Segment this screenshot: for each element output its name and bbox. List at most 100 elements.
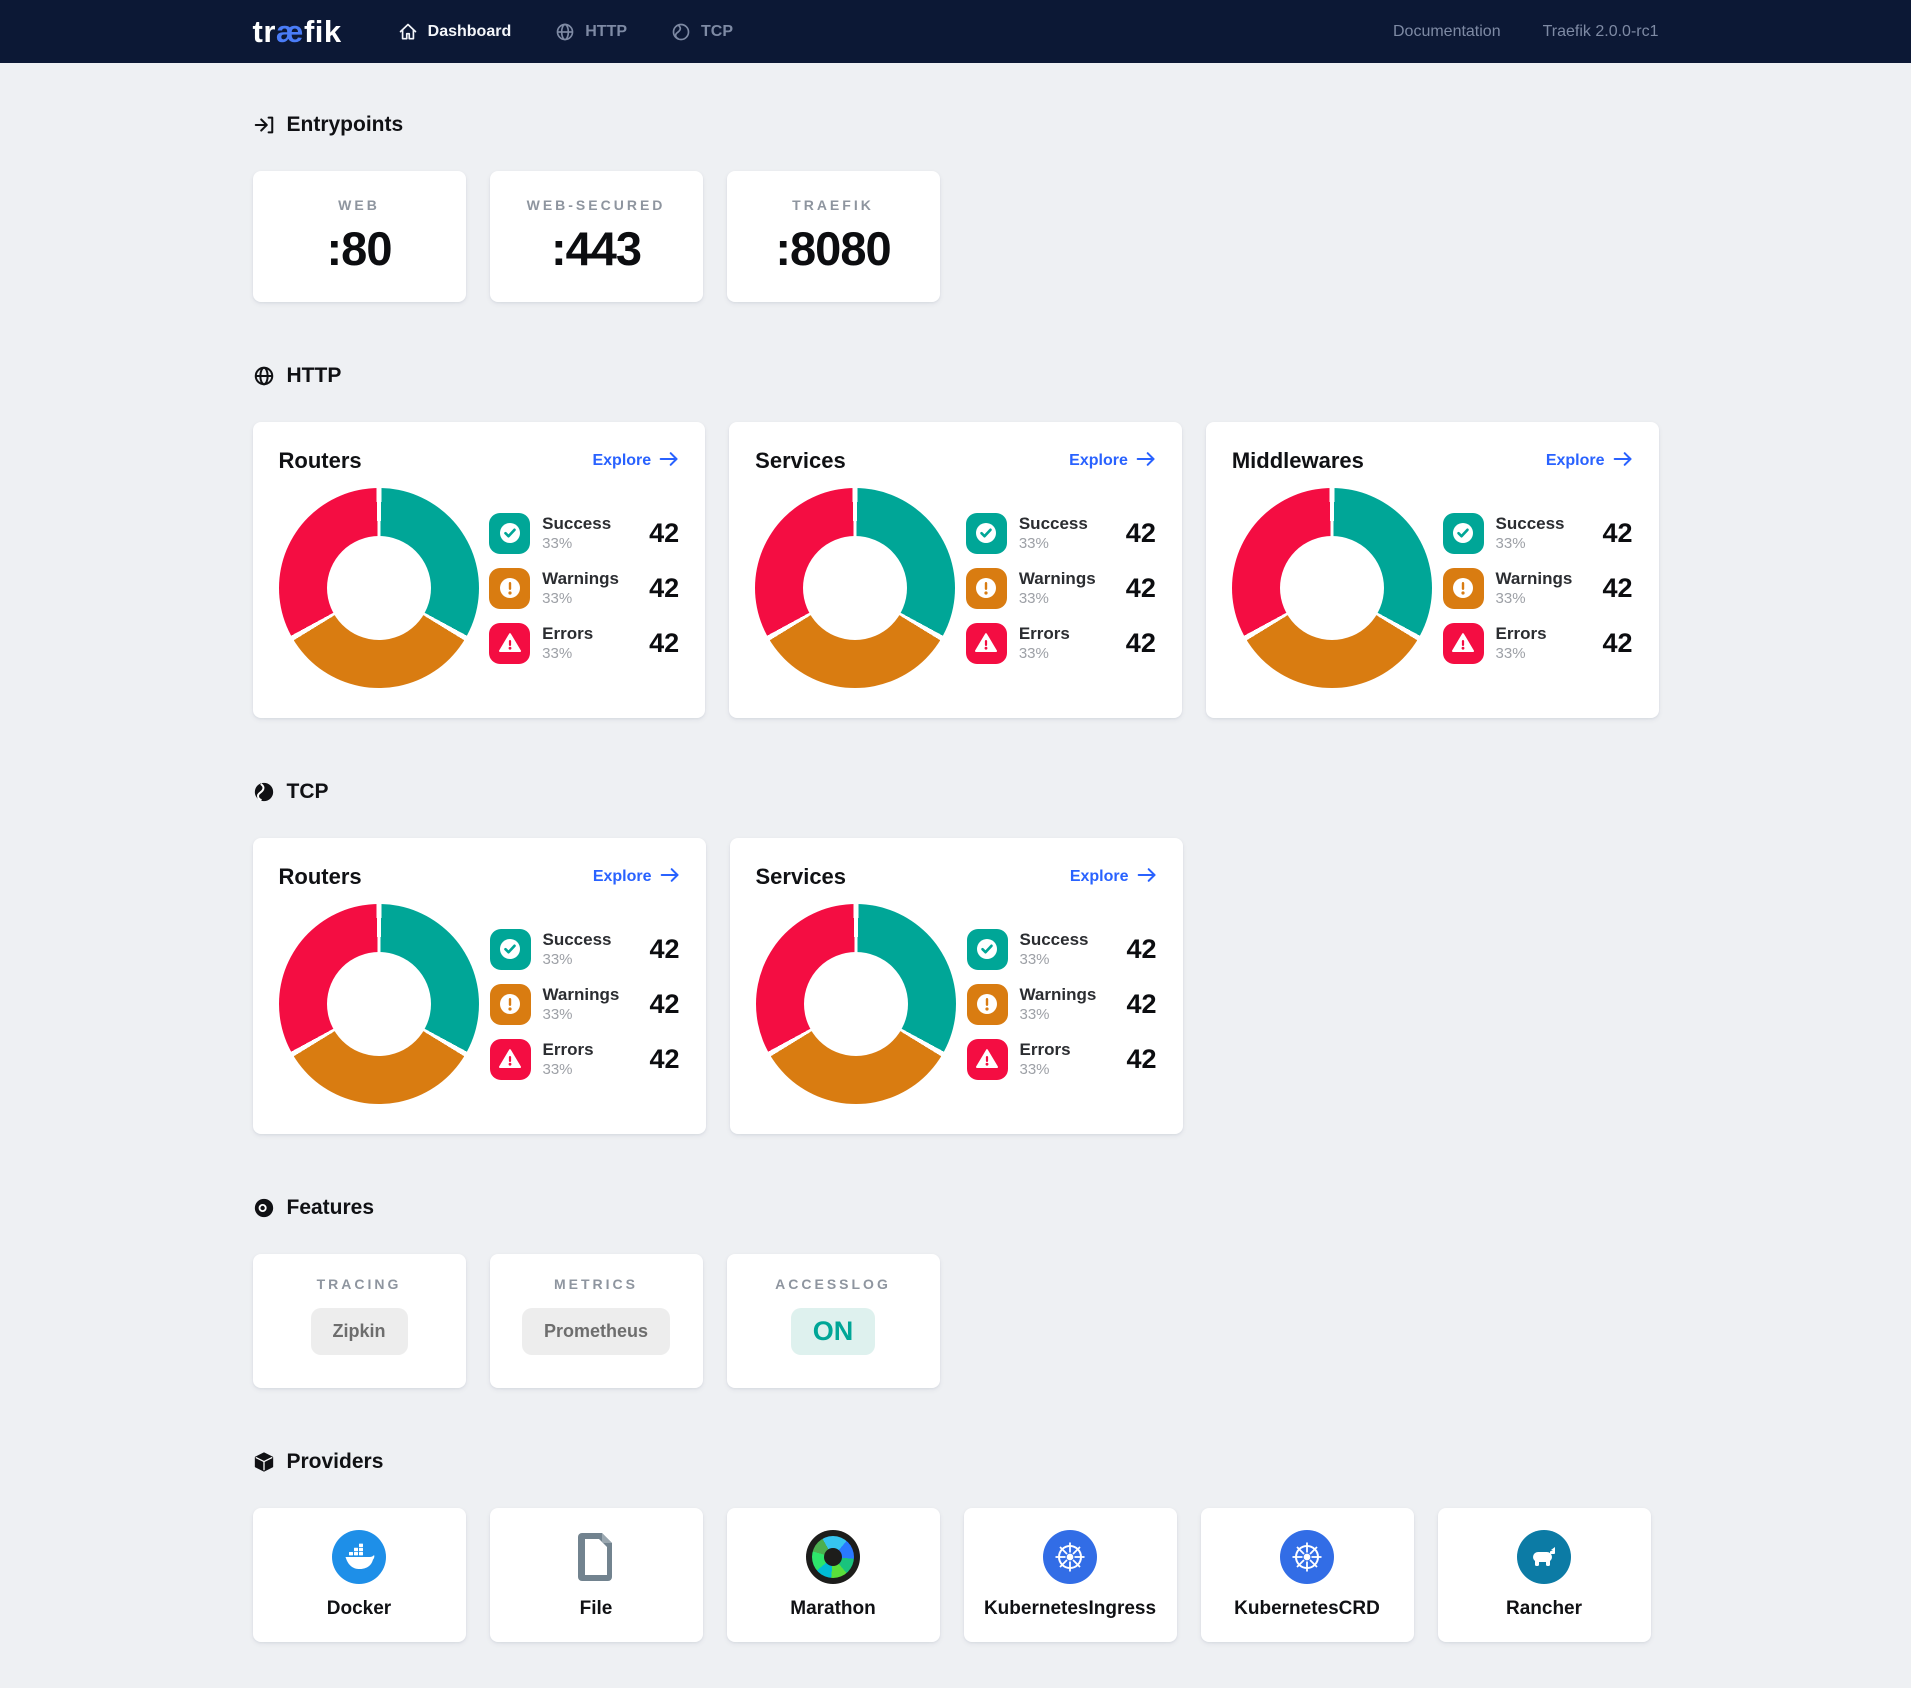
globe-icon <box>253 365 275 387</box>
success-check-icon <box>1443 513 1484 554</box>
explore-link[interactable]: Explore <box>592 451 679 472</box>
stat-errors: Errors33% 42 <box>490 1039 680 1080</box>
card-title: Services <box>756 864 847 890</box>
nav-tab-tcp[interactable]: TCP <box>671 22 733 42</box>
provider-name: KubernetesCRD <box>1234 1598 1380 1620</box>
section-title: Providers <box>287 1450 384 1474</box>
kubernetes-icon <box>1280 1530 1334 1584</box>
feature-on-pill: ON <box>791 1308 876 1355</box>
feature-card-metrics: METRICS Prometheus <box>490 1254 703 1388</box>
entrypoint-card-web: WEB :80 <box>253 171 466 302</box>
stat-warnings: Warnings33% 42 <box>1443 568 1633 609</box>
arrow-right-icon <box>1137 867 1157 888</box>
stat-warnings: Warnings33% 42 <box>490 984 680 1025</box>
feature-label: TRACING <box>263 1276 456 1292</box>
error-triangle-icon <box>967 1039 1008 1080</box>
nav-tab-http[interactable]: HTTP <box>555 22 627 42</box>
stat-count: 42 <box>649 934 679 965</box>
warning-icon <box>1443 568 1484 609</box>
provider-name: Marathon <box>790 1598 876 1620</box>
http-middlewares-card: Middlewares Explore Success33% 42 Warni <box>1206 422 1659 718</box>
stat-count: 42 <box>1602 518 1632 549</box>
nav-tab-label: Dashboard <box>428 23 512 41</box>
stat-warnings: Warnings33% 42 <box>966 568 1156 609</box>
entrypoint-label: TRAEFIK <box>737 197 930 213</box>
provider-card-kubernetes-ingress[interactable]: KubernetesIngress <box>964 1508 1177 1642</box>
entrypoint-card-web-secured: WEB-SECURED :443 <box>490 171 703 302</box>
provider-card-marathon[interactable]: Marathon <box>727 1508 940 1642</box>
provider-card-rancher[interactable]: Rancher <box>1438 1508 1651 1642</box>
stat-count: 42 <box>1602 573 1632 604</box>
arrow-right-icon <box>1613 451 1633 472</box>
provider-name: KubernetesIngress <box>984 1598 1156 1620</box>
card-title: Middlewares <box>1232 448 1364 474</box>
provider-name: Docker <box>327 1598 391 1620</box>
stat-success: Success33% 42 <box>967 929 1157 970</box>
stat-errors: Errors33% 42 <box>967 1039 1157 1080</box>
card-title: Routers <box>279 448 362 474</box>
tcp-icon <box>671 22 691 42</box>
providers-section: Providers Docker File Marathon <box>253 1450 1659 1642</box>
section-title: HTTP <box>287 364 342 388</box>
card-title: Routers <box>279 864 362 890</box>
entrypoint-card-traefik: TRAEFIK :8080 <box>727 171 940 302</box>
marathon-icon <box>806 1530 860 1584</box>
explore-link[interactable]: Explore <box>1070 867 1157 888</box>
provider-card-file[interactable]: File <box>490 1508 703 1642</box>
warning-icon <box>490 984 531 1025</box>
provider-card-docker[interactable]: Docker <box>253 1508 466 1642</box>
stat-errors: Errors33% 42 <box>489 623 679 664</box>
donut-chart <box>279 904 479 1104</box>
entrypoint-port: :80 <box>263 221 456 276</box>
globe-icon <box>555 22 575 42</box>
stat-count: 42 <box>649 518 679 549</box>
stat-count: 42 <box>1602 628 1632 659</box>
explore-link[interactable]: Explore <box>1069 451 1156 472</box>
traefik-logo: træfik <box>253 14 342 50</box>
stat-success: Success33% 42 <box>966 513 1156 554</box>
warning-icon <box>489 568 530 609</box>
entrypoint-label: WEB <box>263 197 456 213</box>
entrypoint-port: :443 <box>500 221 693 276</box>
package-icon <box>253 1451 275 1473</box>
success-check-icon <box>966 513 1007 554</box>
donut-chart <box>756 904 956 1104</box>
stat-warnings: Warnings33% 42 <box>489 568 679 609</box>
error-triangle-icon <box>490 1039 531 1080</box>
http-routers-card: Routers Explore Success33% 42 Warnings3 <box>253 422 706 718</box>
nav-tab-dashboard[interactable]: Dashboard <box>398 22 512 42</box>
documentation-link[interactable]: Documentation <box>1393 23 1501 41</box>
feature-label: METRICS <box>500 1276 693 1292</box>
stat-errors: Errors33% 42 <box>1443 623 1633 664</box>
error-triangle-icon <box>1443 623 1484 664</box>
logo-text: tr <box>253 14 276 49</box>
http-section: HTTP Routers Explore Success33% 42 <box>253 364 1659 718</box>
entrypoints-section: Entrypoints WEB :80 WEB-SECURED :443 TRA… <box>253 113 1659 302</box>
explore-link[interactable]: Explore <box>1546 451 1633 472</box>
entrypoint-label: WEB-SECURED <box>500 197 693 213</box>
entrypoint-port: :8080 <box>737 221 930 276</box>
error-triangle-icon <box>489 623 530 664</box>
explore-link[interactable]: Explore <box>593 867 680 888</box>
features-icon <box>253 1197 275 1219</box>
provider-card-kubernetes-crd[interactable]: KubernetesCRD <box>1201 1508 1414 1642</box>
stat-errors: Errors33% 42 <box>966 623 1156 664</box>
stat-count: 42 <box>1126 518 1156 549</box>
kubernetes-icon <box>1043 1530 1097 1584</box>
stat-count: 42 <box>1126 1044 1156 1075</box>
logo-text-2: fik <box>304 14 342 49</box>
stat-count: 42 <box>1126 628 1156 659</box>
stat-count: 42 <box>649 573 679 604</box>
top-navbar: træfik Dashboard HTTP TCP Documentation … <box>0 0 1911 63</box>
tcp-section: TCP Routers Explore Success33% 42 <box>253 780 1659 1134</box>
stat-count: 42 <box>1126 934 1156 965</box>
rancher-icon <box>1517 1530 1571 1584</box>
stat-count: 42 <box>1126 573 1156 604</box>
stat-success: Success33% 42 <box>490 929 680 970</box>
stat-count: 42 <box>649 989 679 1020</box>
arrow-right-icon <box>659 451 679 472</box>
stat-count: 42 <box>649 628 679 659</box>
stat-count: 42 <box>649 1044 679 1075</box>
section-title: Features <box>287 1196 375 1220</box>
feature-card-tracing: TRACING Zipkin <box>253 1254 466 1388</box>
